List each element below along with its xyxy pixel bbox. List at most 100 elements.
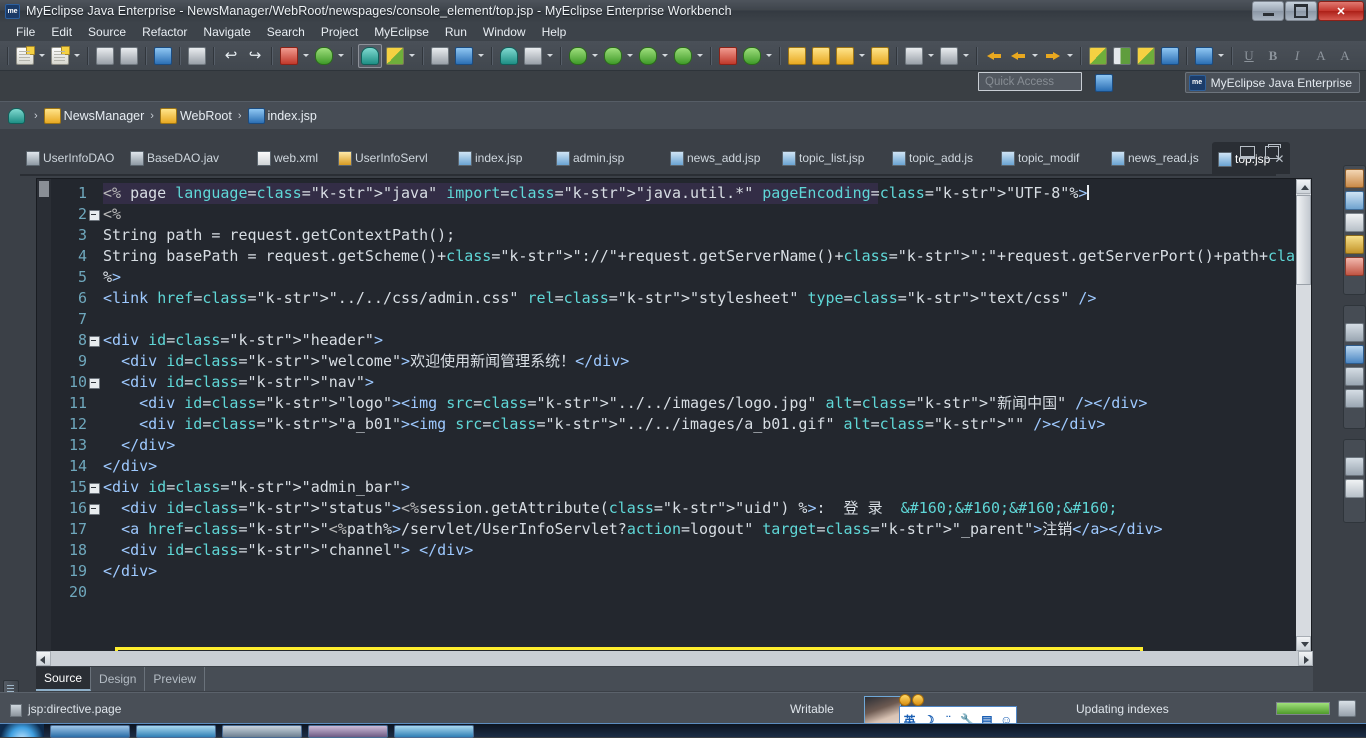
next-annotation-button[interactable] xyxy=(903,45,925,67)
menu-item-project[interactable]: Project xyxy=(313,24,366,40)
run-server-button[interactable] xyxy=(358,43,382,68)
editor-tab-admin-jsp[interactable]: admin.jsp xyxy=(550,142,664,174)
editor-tab-topic-add-js[interactable]: topic_add.js xyxy=(886,142,995,174)
code-line-6[interactable]: <link href=class="k-str">"../../css/admi… xyxy=(103,288,1311,309)
code-line-5[interactable]: %> xyxy=(103,267,1311,288)
breadcrumb-item-webroot[interactable]: WebRoot xyxy=(180,109,232,123)
menu-item-navigate[interactable]: Navigate xyxy=(195,24,258,40)
code-line-18[interactable]: <div id=class="k-str">"channel"> </div> xyxy=(103,540,1311,561)
menu-item-search[interactable]: Search xyxy=(259,24,313,40)
restore-view-icon[interactable] xyxy=(1345,323,1364,342)
edit-button[interactable] xyxy=(834,45,856,67)
menu-item-source[interactable]: Source xyxy=(80,24,134,40)
code-line-4[interactable]: String basePath = request.getScheme()+cl… xyxy=(103,246,1311,267)
bold-button[interactable]: B xyxy=(1262,45,1284,67)
outline-view-icon[interactable] xyxy=(1345,213,1364,232)
code-line-11[interactable]: <div id=class="k-str">"logo"><img src=cl… xyxy=(103,393,1311,414)
taskbar-item-3[interactable] xyxy=(222,725,302,738)
back-button[interactable] xyxy=(983,45,1005,67)
editor-vertical-scrollbar[interactable] xyxy=(1296,179,1311,664)
right-view-group-1[interactable] xyxy=(1343,165,1366,295)
minimize-button[interactable] xyxy=(1252,1,1284,21)
editor-tab-news-read-js[interactable]: news_read.js xyxy=(1105,142,1212,174)
open-folder-button[interactable] xyxy=(786,45,808,67)
web-browser-button[interactable] xyxy=(498,45,520,67)
fold-toggle-line-16[interactable] xyxy=(89,504,100,515)
chevron-down-icon[interactable] xyxy=(72,45,81,67)
font-small-button[interactable]: A xyxy=(1310,45,1332,67)
code-line-1[interactable]: <% page language=class="k-str">"java" im… xyxy=(103,183,1311,204)
chevron-down-icon[interactable] xyxy=(301,45,310,67)
code-line-14[interactable]: </div> xyxy=(103,456,1311,477)
import-button[interactable] xyxy=(869,45,891,67)
editor-tab-web-xml[interactable]: web.xml xyxy=(251,142,332,174)
save-all-button[interactable] xyxy=(118,45,140,67)
fold-toggle-line-10[interactable] xyxy=(89,378,100,389)
code-line-20[interactable] xyxy=(103,582,1311,603)
package-explorer-icon[interactable] xyxy=(1345,169,1364,188)
restore-view-2-icon[interactable] xyxy=(1345,457,1364,476)
open-type-button[interactable] xyxy=(453,45,475,67)
chevron-down-icon[interactable] xyxy=(590,45,599,67)
chevron-down-icon[interactable] xyxy=(1216,45,1225,67)
new-interface-button[interactable] xyxy=(672,45,694,67)
servers-view-icon[interactable] xyxy=(1345,235,1364,254)
undo-button[interactable]: ↩ xyxy=(220,45,242,67)
underline-button[interactable]: U xyxy=(1238,45,1260,67)
properties-view-icon[interactable] xyxy=(1345,345,1364,364)
code-text[interactable]: <% page language=class="k-str">"java" im… xyxy=(103,183,1311,603)
forward-button[interactable] xyxy=(1042,45,1064,67)
chevron-down-icon[interactable] xyxy=(857,45,866,67)
menu-item-help[interactable]: Help xyxy=(534,24,575,40)
editor-horizontal-scrollbar[interactable] xyxy=(36,651,1313,666)
vertical-scroll-thumb[interactable] xyxy=(1296,195,1311,285)
editor-tab-userinfoservl[interactable]: UserInfoServl xyxy=(332,142,452,174)
new-java-class-button[interactable] xyxy=(49,45,71,67)
redo-button[interactable]: ↪ xyxy=(244,45,266,67)
snippets-view-icon[interactable] xyxy=(1345,367,1364,386)
backward-history-button[interactable] xyxy=(1007,45,1029,67)
editor-tab-basedao-jav[interactable]: BaseDAO.jav xyxy=(124,142,251,174)
breadcrumb-item-index-jsp[interactable]: index.jsp xyxy=(268,109,317,123)
code-line-17[interactable]: <a href=class="k-str">"<%path%>/servlet/… xyxy=(103,519,1311,540)
run-button[interactable] xyxy=(313,45,335,67)
team-sync-button[interactable] xyxy=(1193,45,1215,67)
maximize-button[interactable] xyxy=(1285,1,1317,21)
taskbar-item-5[interactable] xyxy=(394,725,474,738)
code-editor[interactable]: 1 2 3 4 5 6 7 8 9 10 11 12 13 14 15 16 17 18 19 20 <% page … xyxy=(36,178,1312,665)
chevron-down-icon[interactable] xyxy=(37,45,46,67)
heap-status-bar[interactable] xyxy=(1276,702,1330,715)
code-line-12[interactable]: <div id=class="k-str">"a_b01"><img src=c… xyxy=(103,414,1311,435)
close-button[interactable]: ✕ xyxy=(1318,1,1364,21)
code-line-7[interactable] xyxy=(103,309,1311,330)
new-java-project-button[interactable] xyxy=(567,45,589,67)
chevron-down-icon[interactable] xyxy=(1065,45,1074,67)
code-line-9[interactable]: <div id=class="k-str">"welcome">欢迎使用新闻管理… xyxy=(103,351,1311,372)
fold-toggle-line-8[interactable] xyxy=(89,336,100,347)
start-button[interactable] xyxy=(0,724,44,737)
italic-button[interactable]: I xyxy=(1286,45,1308,67)
menu-item-edit[interactable]: Edit xyxy=(43,24,80,40)
code-line-15[interactable]: <div id=class="k-str">"admin_bar"> xyxy=(103,477,1311,498)
editor-tab-index-jsp[interactable]: index.jsp xyxy=(452,142,550,174)
chevron-down-icon[interactable] xyxy=(625,45,634,67)
menu-item-window[interactable]: Window xyxy=(475,24,534,40)
view-tab-source[interactable]: Source xyxy=(36,667,92,691)
scroll-up-button[interactable] xyxy=(1296,179,1311,194)
db-browser-icon[interactable] xyxy=(1345,257,1364,276)
fold-toggle-line-15[interactable] xyxy=(89,483,100,494)
scroll-right-button[interactable] xyxy=(1298,651,1313,666)
chevron-down-icon[interactable] xyxy=(1030,45,1039,67)
chevron-down-icon[interactable] xyxy=(961,45,970,67)
scroll-left-button[interactable] xyxy=(36,651,51,666)
open-perspective-icon[interactable] xyxy=(1094,72,1114,92)
new-package-button[interactable] xyxy=(602,45,624,67)
editor-tab-topic-list-jsp[interactable]: topic_list.jsp xyxy=(776,142,886,174)
code-line-10[interactable]: <div id=class="k-str">"nav"> xyxy=(103,372,1311,393)
view-tab-design[interactable]: Design xyxy=(91,667,146,691)
previous-annotation-button[interactable] xyxy=(938,45,960,67)
print-button[interactable] xyxy=(152,45,174,67)
refresh-button[interactable] xyxy=(741,45,763,67)
menu-item-myeclipse[interactable]: MyEclipse xyxy=(366,24,437,40)
debug-button[interactable] xyxy=(278,45,300,67)
